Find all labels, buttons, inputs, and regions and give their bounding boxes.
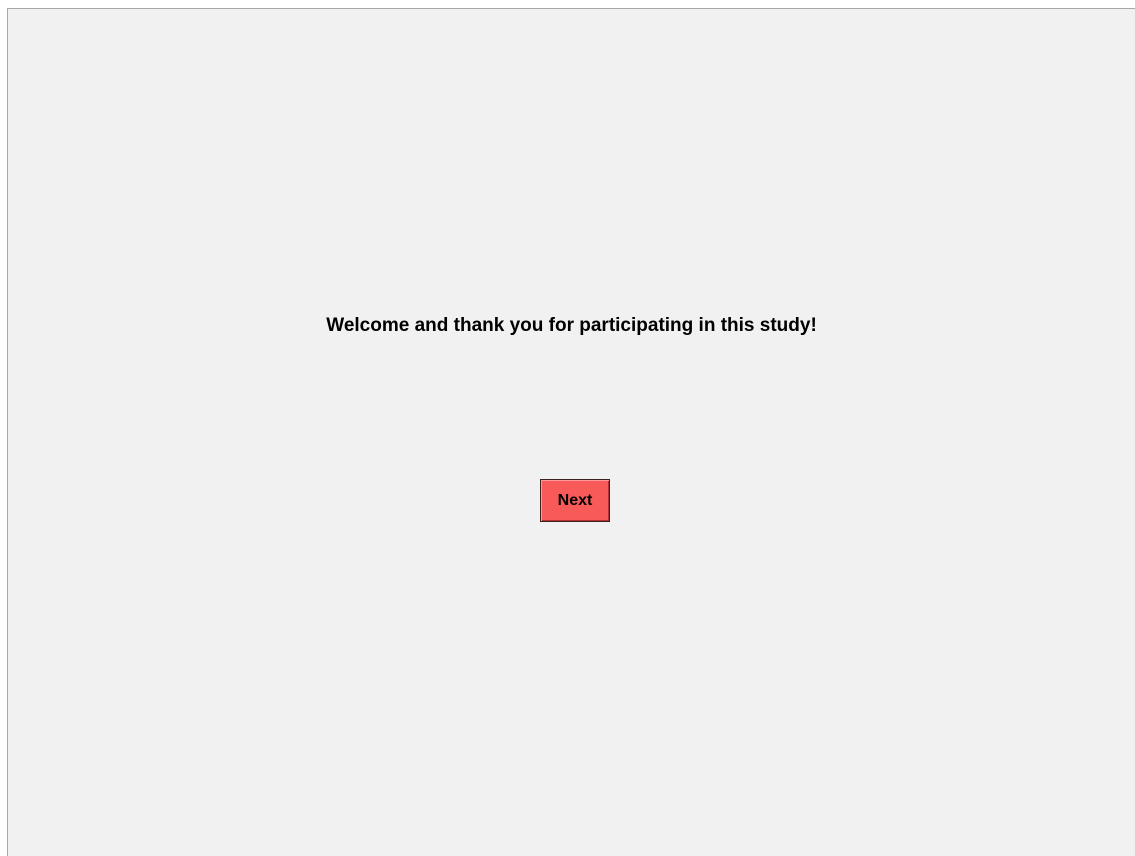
welcome-message: Welcome and thank you for participating … [326,315,817,336]
next-button[interactable]: Next [540,479,610,522]
study-window: Welcome and thank you for participating … [7,8,1135,856]
